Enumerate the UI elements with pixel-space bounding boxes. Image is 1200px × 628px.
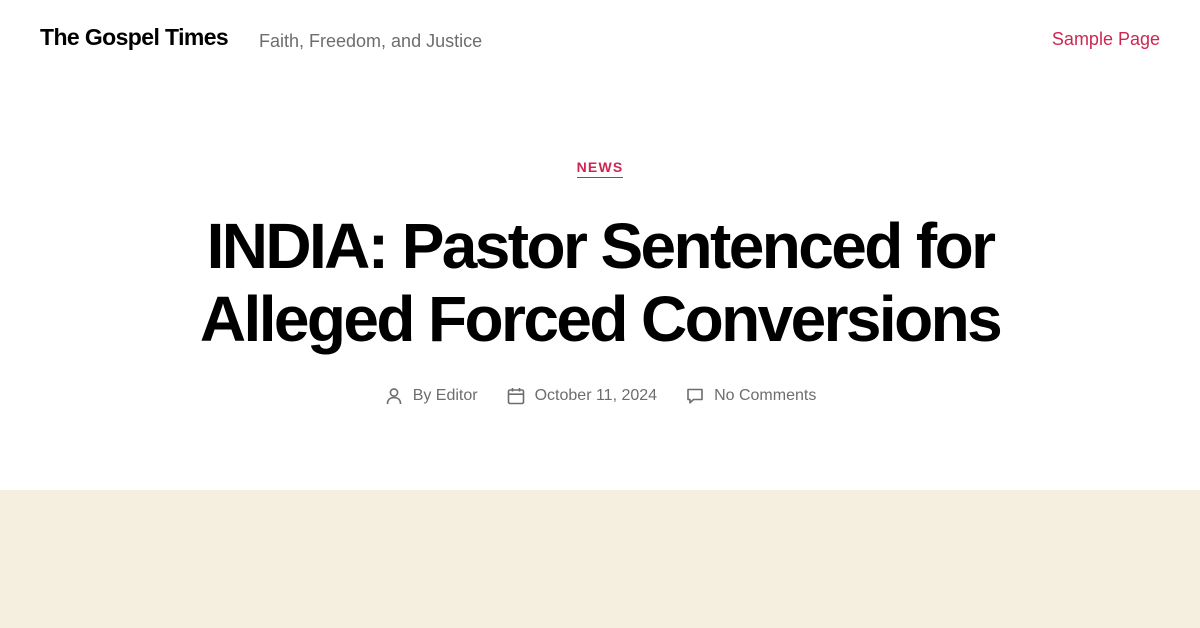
calendar-icon	[506, 386, 526, 406]
site-description: Faith, Freedom, and Justice	[259, 31, 483, 51]
post-title-line: Alleged Forced Conversions	[199, 283, 1003, 355]
post-date: October 11, 2024	[506, 386, 657, 406]
menu-item-sample-page[interactable]: Sample Page	[1052, 29, 1160, 50]
post-author: By Editor	[384, 386, 478, 406]
post-title-line: INDIA: Pastor Sentenced for	[206, 210, 996, 282]
site-header: The Gospel Times Faith, Freedom, and Jus…	[0, 0, 1200, 82]
post-comments: No Comments	[685, 386, 816, 406]
date-link[interactable]: October 11, 2024	[535, 387, 657, 405]
speech-bubble-icon	[685, 386, 705, 406]
author-link[interactable]: By Editor	[413, 387, 478, 405]
comments-link[interactable]: No Comments	[714, 387, 816, 405]
entry-header: NEWS INDIA: Pastor Sentenced for Alleged…	[0, 82, 1200, 490]
featured-image-area	[0, 490, 1200, 628]
post-title: INDIA: Pastor Sentenced for Alleged Forc…	[0, 210, 1200, 356]
site-title-link[interactable]: The Gospel Times	[40, 24, 229, 51]
post-meta: By Editor October 11, 2024 No Comments	[0, 386, 1200, 406]
person-icon	[384, 386, 404, 406]
entry-categories: NEWS	[0, 158, 1200, 178]
page: The Gospel Times Faith, Freedom, and Jus…	[0, 0, 1200, 628]
category-link-news[interactable]: NEWS	[576, 158, 624, 178]
